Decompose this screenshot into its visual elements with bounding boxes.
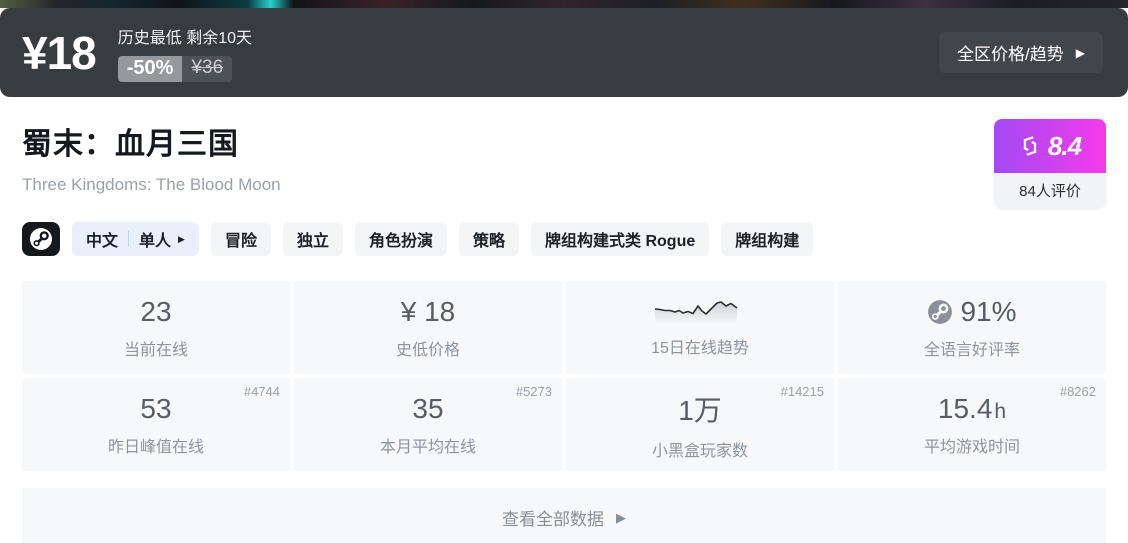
discount-pill: -50% ¥36	[117, 55, 233, 82]
stat-month-average: #5273 35 本月平均在线	[294, 378, 562, 471]
rating-score-banner: 8.4	[994, 119, 1106, 173]
steam-platform-chip[interactable]	[22, 222, 60, 256]
stat-label: 当前在线	[123, 341, 188, 359]
region-price-trend-button[interactable]: 全区价格/趋势 ▶	[939, 32, 1103, 73]
game-subtitle-en: Three Kingdoms: The Blood Moon	[22, 175, 281, 194]
chip-divider	[128, 231, 130, 247]
view-all-data-label: 查看全部数据	[502, 510, 604, 529]
stat-label: 史低价格	[395, 341, 460, 359]
language-mode-chip[interactable]: 中文 单人 ▶	[72, 222, 199, 256]
original-price: ¥36	[182, 55, 233, 82]
stat-value: 1万	[678, 394, 722, 426]
stat-value: 53	[140, 392, 172, 424]
mode-tag: 单人	[139, 233, 172, 250]
stats-grid: 23 当前在线 ¥ 18 史低价格 15日在线趋势 91% 全语言好评率 #47…	[22, 281, 1106, 471]
view-all-data-bar[interactable]: 查看全部数据 ▶	[22, 488, 1106, 543]
stat-value-row: 91%	[927, 295, 1017, 328]
rating-count: 84人评价	[994, 173, 1106, 208]
tag-chip[interactable]: 牌组构建	[721, 222, 814, 256]
stat-lowest-price: ¥ 18 史低价格	[294, 281, 562, 374]
tag-chip[interactable]: 牌组构建式类 Rogue	[531, 222, 710, 256]
stat-current-online: 23 当前在线	[22, 281, 290, 374]
language-tag: 中文	[86, 233, 119, 250]
stat-label: 15日在线趋势	[651, 339, 749, 357]
caret-right-icon: ▶	[1075, 45, 1085, 60]
rating-card[interactable]: 8.4 84人评价	[994, 119, 1106, 208]
steam-icon	[30, 228, 52, 250]
tag-chip[interactable]: 冒险	[210, 222, 271, 256]
stat-positive-rate: 91% 全语言好评率	[838, 281, 1106, 374]
current-price: ¥18	[22, 26, 97, 79]
region-price-trend-label: 全区价格/趋势	[957, 45, 1064, 64]
stat-value: ¥ 18	[400, 295, 456, 327]
stat-label: 昨日峰值在线	[107, 438, 204, 456]
stat-value: 15.4 h	[938, 393, 1006, 425]
tag-chip[interactable]: 独立	[282, 222, 343, 256]
online-trend-sparkline	[655, 298, 745, 326]
stat-rank: #5273	[515, 384, 552, 399]
stat-label: 本月平均在线	[379, 438, 476, 456]
title-block: 蜀末：血月三国 Three Kingdoms: The Blood Moon	[22, 119, 281, 195]
game-detail-page: ¥18 历史最低 剩余10天 -50% ¥36 全区价格/趋势 ▶ 蜀末：血月三…	[0, 0, 1128, 543]
steam-icon	[928, 299, 953, 324]
stat-value-number: 15.4	[937, 392, 993, 424]
discount-badge: -50%	[117, 55, 183, 82]
caret-right-icon: ▶	[616, 510, 626, 525]
screenshot-strip[interactable]	[0, 0, 1128, 8]
tag-chip[interactable]: 策略	[459, 222, 520, 256]
caret-right-icon: ▶	[178, 233, 185, 244]
stat-value: 23	[140, 295, 172, 327]
heybox-logo-icon	[1023, 136, 1037, 156]
stat-value-unit: h	[994, 399, 1007, 423]
stat-heybox-players: #14215 1万 小黑盒玩家数	[566, 378, 834, 471]
price-banner: ¥18 历史最低 剩余10天 -50% ¥36 全区价格/趋势 ▶	[0, 8, 1128, 97]
header-row: 蜀末：血月三国 Three Kingdoms: The Blood Moon 8…	[22, 119, 1106, 208]
game-title: 蜀末：血月三国	[22, 128, 239, 161]
price-info: 历史最低 剩余10天 -50% ¥36	[117, 24, 252, 82]
sparkline-chart	[655, 300, 738, 324]
stat-rank: #4744	[243, 384, 280, 399]
stat-value: 35	[412, 392, 444, 424]
tags-row: 中文 单人 ▶ 冒险 独立 角色扮演 策略 牌组构建式类 Rogue 牌组构建	[22, 222, 1106, 256]
stat-online-trend: 15日在线趋势	[566, 281, 834, 374]
stat-label: 平均游戏时间	[923, 438, 1020, 456]
stat-value: 91%	[960, 295, 1017, 327]
stat-yesterday-peak: #4744 53 昨日峰值在线	[22, 378, 290, 471]
deal-note: 历史最低 剩余10天	[117, 29, 252, 47]
tag-chip[interactable]: 角色扮演	[354, 222, 447, 256]
stat-label: 小黑盒玩家数	[651, 442, 748, 460]
stat-label: 全语言好评率	[923, 341, 1020, 359]
stat-average-playtime: #8262 15.4 h 平均游戏时间	[838, 378, 1106, 471]
stat-rank: #8262	[1059, 384, 1096, 399]
rating-score: 8.4	[1047, 130, 1082, 161]
stat-rank: #14215	[780, 384, 824, 399]
